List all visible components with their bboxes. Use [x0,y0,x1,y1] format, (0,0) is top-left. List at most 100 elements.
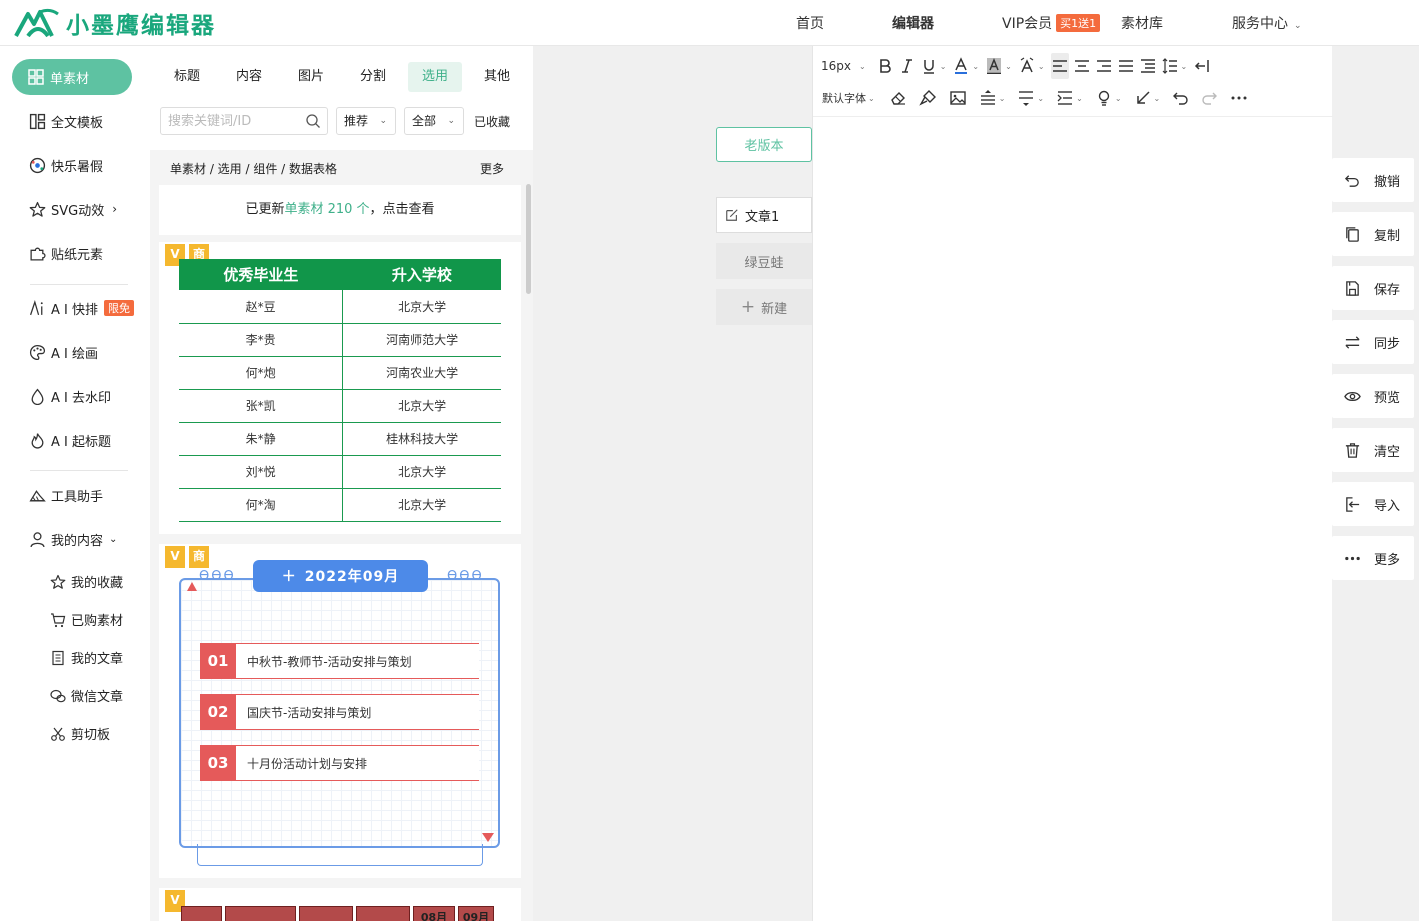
indent-button[interactable] [1139,53,1157,79]
nav-library[interactable]: 素材库 [1121,13,1163,33]
font-family-select[interactable]: 默认字体 ⌄ [822,85,877,111]
insert-image-button[interactable] [949,85,967,111]
material-card-table[interactable]: V 商 优秀毕业生 升入学校 赵*豆 北京大学 李*贵 河南师范大学 何*炮 河南农业… [159,242,521,534]
copy-action[interactable]: 复制 [1332,212,1414,256]
divider-button[interactable]: ⌄ [1017,85,1046,111]
sidebar-item-tools[interactable]: 工具助手 [28,485,103,505]
sidebar-item-ai-layout[interactable]: A I 快排 限免 [28,298,134,318]
more-tools-button[interactable] [1230,85,1248,111]
bold-button[interactable] [876,53,894,79]
logo-text: 小墨鹰编辑器 [66,13,216,39]
align-right-icon [1096,60,1111,72]
sidebar-item-label: 贴纸元素 [51,247,104,263]
action-label: 更多 [1374,552,1401,568]
update-suffix: ，点击查看 [369,202,435,217]
ai-icon [28,299,46,317]
font-color-button[interactable]: ⌄ [952,53,981,79]
table-cell: 河南师范大学 [342,323,501,357]
document-icon [50,650,66,666]
save-action[interactable]: 保存 [1332,266,1414,310]
highlight-button[interactable]: ⌄ [985,53,1014,79]
align-right-button[interactable] [1095,53,1113,79]
sidebar-item-my-favorites[interactable]: 我的收藏 [50,572,123,591]
sidebar-item-stickers[interactable]: 贴纸元素 [28,243,103,263]
collapse-toolbar-button[interactable] [1193,53,1211,79]
plan-item: 01 中秋节-教师节-活动安排与策划 [200,643,479,679]
table-cell: 北京大学 [342,455,501,489]
sidebar-item-ai-draw[interactable]: A I 绘画 [28,342,98,362]
table-row: 刘*悦 北京大学 [179,455,501,489]
font-size-select[interactable]: 16px ⌄ [821,53,868,79]
vip-tag: V [165,546,185,568]
material-card-schedule[interactable]: V 08月31 09月 [159,888,521,921]
nav-service[interactable]: 服务中心 ⌄ [1232,13,1302,33]
sidebar-item-my-articles[interactable]: 我的文章 [50,648,123,667]
star-icon [50,574,66,590]
list-button[interactable]: ⌄ [1056,85,1085,111]
sidebar-item-ai-watermark[interactable]: A I 去水印 [28,386,111,406]
schedule-cell: 09月 [458,906,494,921]
table-row: 赵*豆 北京大学 [179,290,501,324]
material-list: 已更新单素材 210 个，点击查看 V 商 优秀毕业生 升入学校 赵*豆 北京大学… [150,184,533,921]
underline-button[interactable]: ⌄ [920,53,949,79]
import-action[interactable]: 导入 [1332,482,1414,526]
more-action[interactable]: 更多 [1332,536,1414,580]
clear-format-button[interactable] [889,85,907,111]
sidebar-item-svg[interactable]: SVG动效 › [28,199,117,219]
text-effect-button[interactable]: ⌄ [1018,53,1047,79]
undo-button[interactable] [1172,85,1190,111]
scope-select[interactable]: 全部 ⌄ [404,107,464,135]
justify-button[interactable] [1117,53,1135,79]
plan-item: 02 国庆节-活动安排与策划 [200,694,479,730]
collected-filter[interactable]: 已收藏 [474,113,510,130]
nav-vip[interactable]: VIP会员 买1送1 [1002,13,1101,33]
update-notice[interactable]: 已更新单素材 210 个，点击查看 [159,185,521,235]
sidebar-item-label: 单素材 [50,71,90,87]
clear-action[interactable]: 清空 [1332,428,1414,472]
more-link[interactable]: 更多 [480,160,504,177]
chevron-down-icon: ⌄ [1294,21,1302,31]
old-version-button[interactable]: 老版本 [716,127,812,162]
logo[interactable]: 小墨鹰编辑器 [14,6,216,40]
align-left-button[interactable] [1050,53,1069,79]
arrow-button[interactable]: ⌄ [1134,85,1163,111]
format-painter-button[interactable] [918,85,937,111]
sidebar-item-my-content[interactable]: 我的内容 ⌄ [28,529,117,549]
triangle-decoration [187,582,197,591]
align-center-button[interactable] [1073,53,1091,79]
scrollbar[interactable] [526,184,531,294]
update-prefix: 已更新 [245,202,285,217]
nav-editor[interactable]: 编辑器 [892,13,934,33]
doc-tab-lvdouwa[interactable]: 绿豆蛙 [716,243,812,279]
sidebar-item-purchased[interactable]: 已购素材 [50,610,123,629]
search-input[interactable] [161,108,297,134]
sidebar-item-clipboard[interactable]: 剪切板 [50,724,110,743]
tab-selected[interactable]: 选用 [408,62,462,92]
italic-button[interactable] [898,53,916,79]
tab-divider[interactable]: 分割 [348,62,398,92]
sort-select[interactable]: 推荐 ⌄ [336,107,396,135]
sidebar-item-wechat[interactable]: 微信文章 [50,686,123,705]
nav-home[interactable]: 首页 [796,13,824,33]
tab-content[interactable]: 内容 [224,62,274,92]
sidebar-item-ai-title[interactable]: A I 起标题 [28,430,111,450]
redo-button[interactable] [1200,85,1218,111]
material-card-calendar[interactable]: V 商 ӨӨӨ ӨӨӨ ＋ 2022年09月 01 中秋节-教师节-活动安排与策… [159,544,521,878]
undo-action[interactable]: 撤销 [1332,158,1414,202]
preview-action[interactable]: 预览 [1332,374,1414,418]
search-icon[interactable] [305,113,321,129]
edit-icon [726,209,738,221]
paragraph-spacing-button[interactable]: ⌄ [979,85,1008,111]
new-doc-button[interactable]: + 新建 [716,289,812,325]
tab-other[interactable]: 其他 [472,62,522,92]
line-height-button[interactable]: ⌄ [1161,53,1190,79]
sidebar-item-single-material[interactable]: 单素材 [12,59,132,95]
sidebar-item-templates[interactable]: 全文模板 [28,111,103,131]
doc-tab-article1[interactable]: 文章1 [716,197,812,233]
sync-action[interactable]: 同步 [1332,320,1414,364]
sidebar-item-summer[interactable]: 快乐暑假 [28,155,103,175]
idea-button[interactable]: ⌄ [1095,85,1124,111]
action-label: 保存 [1374,282,1401,298]
tab-image[interactable]: 图片 [286,62,336,92]
tab-title[interactable]: 标题 [162,62,212,92]
